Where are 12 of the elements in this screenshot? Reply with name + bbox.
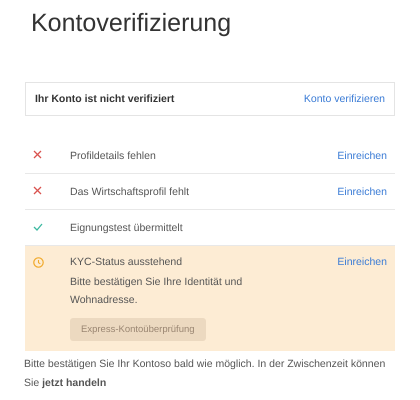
submit-link[interactable]: Einreichen xyxy=(337,186,387,198)
step-label: KYC-Status ausstehend xyxy=(70,256,182,268)
step-label: Profildetails fehlen xyxy=(70,150,156,162)
submit-link[interactable]: Einreichen xyxy=(337,150,387,162)
page-title: Kontoverifizierung xyxy=(31,8,232,39)
footer-text: Bitte bestätigen Sie Ihr Kontoso bald wie möglich. In der Zwischenzeit können Sie jetzt handeln xyxy=(24,357,386,391)
step-label: Das Wirtschaftsprofil fehlt xyxy=(70,186,190,198)
submit-link[interactable]: Einreichen xyxy=(337,256,387,268)
banner-text: Ihr Konto ist nicht verifiziert xyxy=(35,93,174,105)
verify-account-link[interactable]: Konto verifizieren xyxy=(304,93,385,105)
step-description: Bitte bestätigen Sie Ihre Identität und Wohnadresse. xyxy=(70,275,244,308)
step-label: Eignungstest übermittelt xyxy=(70,222,183,234)
